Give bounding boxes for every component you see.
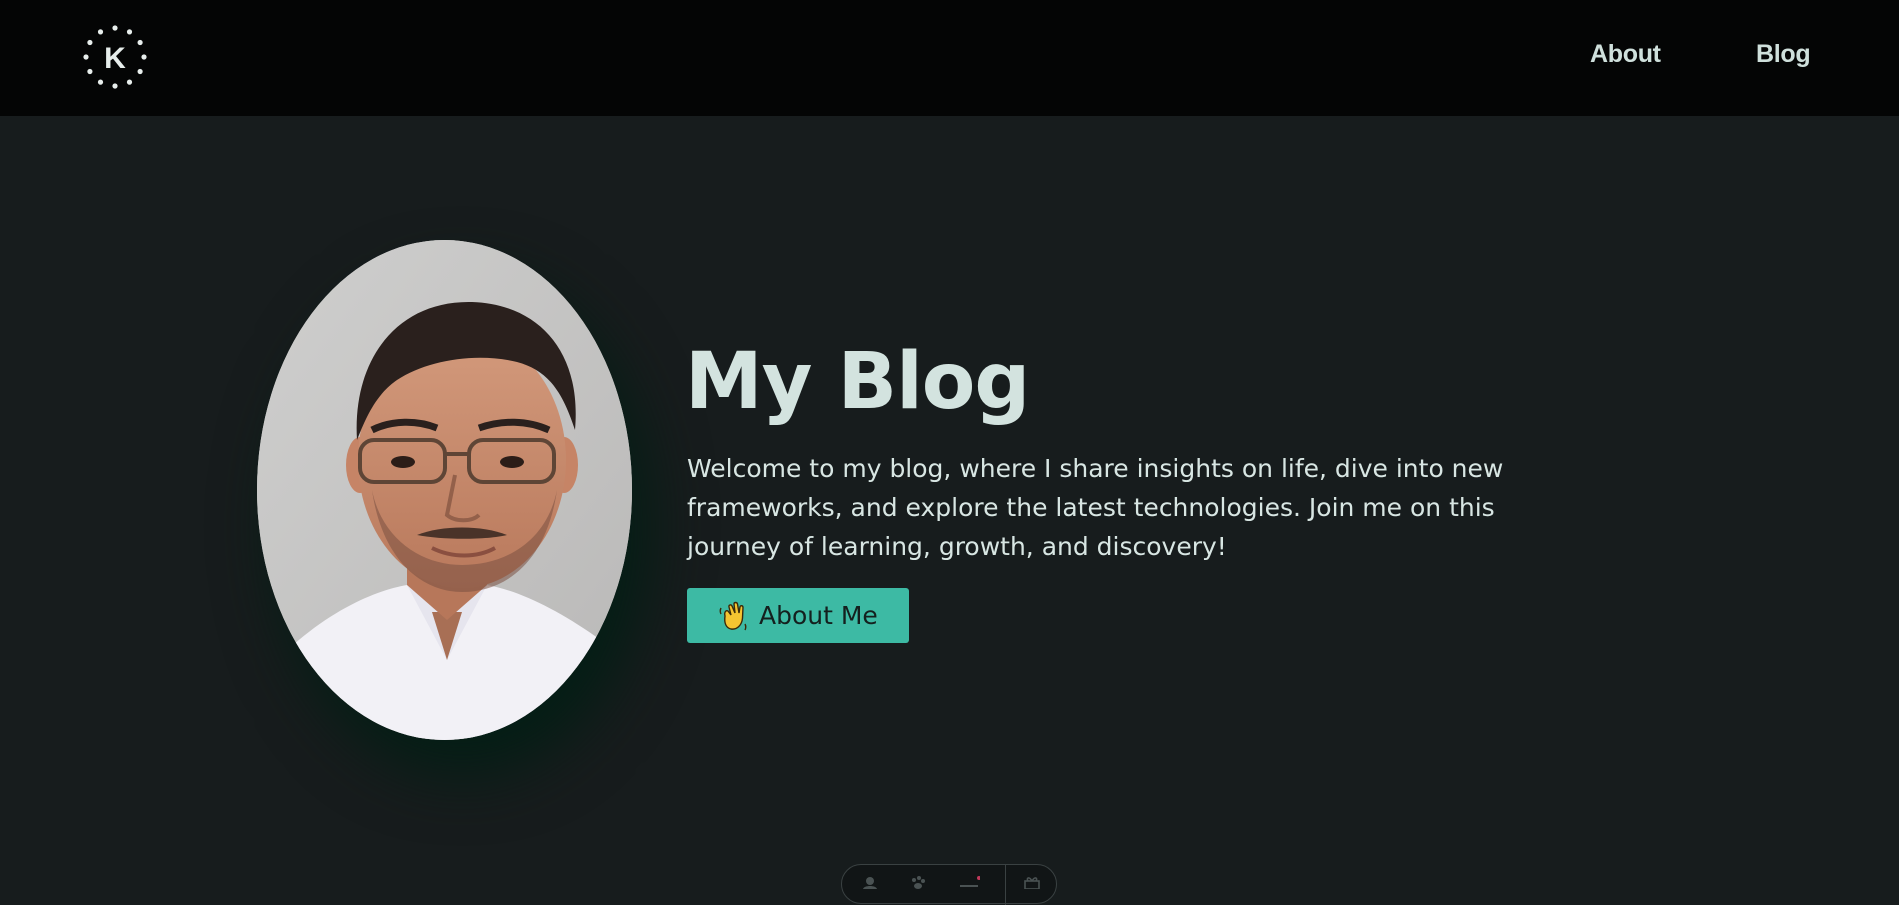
nav-blog-link[interactable]: Blog [1756,40,1811,69]
top-navbar: K About Blog [0,0,1899,116]
page-title: My Blog [685,337,1030,427]
gift-icon[interactable] [1022,875,1042,889]
logo-letter: K [104,42,126,75]
waving-hand-icon [719,601,747,630]
profile-photo [257,240,632,740]
k-dotted-circle-logo-icon: K [83,25,147,89]
about-me-button-label: About Me [759,601,878,630]
floating-dock[interactable] [841,864,1057,905]
dock-divider [1005,865,1006,905]
nav-about-link[interactable]: About [1590,40,1661,69]
paw-icon[interactable] [908,875,928,889]
user-icon[interactable] [860,875,880,889]
intro-paragraph: Welcome to my blog, where I share insigh… [687,454,1504,561]
profile-photo-illustration [257,240,632,740]
site-logo[interactable]: K [83,25,147,89]
menu-icon[interactable] [960,875,980,889]
about-me-button[interactable]: About Me [687,588,909,643]
